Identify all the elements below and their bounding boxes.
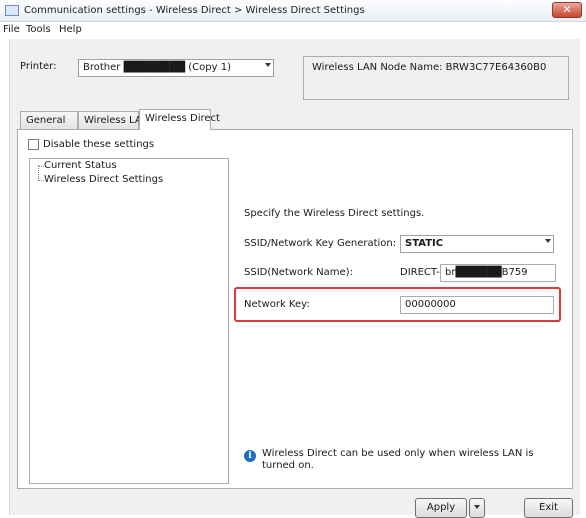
close-button[interactable]: ✕ bbox=[552, 2, 582, 18]
network-key-input[interactable]: 00000000 bbox=[400, 296, 554, 314]
ssid-input[interactable]: br██████B759 bbox=[440, 264, 556, 282]
ssid-generation-select[interactable]: STATIC bbox=[400, 235, 554, 253]
node-name-text: Wireless LAN Node Name: BRW3C77E64360B0 bbox=[312, 62, 547, 73]
menu-tools[interactable]: Tools bbox=[26, 24, 51, 35]
settings-tree: Current Status Wireless Direct Settings bbox=[29, 158, 229, 484]
info-icon: i bbox=[244, 450, 256, 462]
tab-panel: Disable these settings Current Status Wi… bbox=[17, 129, 573, 489]
menu-help[interactable]: Help bbox=[59, 24, 82, 35]
ssid-generation-label: SSID/Network Key Generation: bbox=[244, 238, 397, 249]
apply-dropdown-button[interactable] bbox=[469, 498, 485, 518]
chevron-down-icon bbox=[474, 505, 480, 509]
ssid-label: SSID(Network Name): bbox=[244, 267, 353, 278]
ssid-generation-value: STATIC bbox=[405, 238, 444, 249]
printer-select[interactable]: Brother ████████ (Copy 1) bbox=[78, 59, 274, 77]
chevron-down-icon bbox=[545, 239, 551, 243]
apply-button[interactable]: Apply bbox=[415, 498, 467, 518]
ssid-prefix: DIRECT- bbox=[400, 267, 440, 278]
title-bar: Communication settings - Wireless Direct… bbox=[0, 0, 586, 22]
disable-label: Disable these settings bbox=[43, 139, 155, 150]
printer-label: Printer: bbox=[20, 61, 57, 72]
menu-bar: File Tools Help bbox=[0, 22, 586, 39]
tab-general[interactable]: General bbox=[20, 111, 78, 129]
app-icon bbox=[5, 5, 19, 16]
chevron-down-icon bbox=[265, 63, 271, 67]
network-key-value: 00000000 bbox=[405, 299, 456, 310]
settings-heading: Specify the Wireless Direct settings. bbox=[244, 208, 425, 219]
dialog-client: Printer: Brother ████████ (Copy 1) Wirel… bbox=[9, 39, 580, 518]
window-title: Communication settings - Wireless Direct… bbox=[24, 5, 365, 16]
tree-item-current-status[interactable]: Current Status bbox=[44, 160, 117, 171]
tree-item-wireless-direct-settings[interactable]: Wireless Direct Settings bbox=[44, 174, 163, 185]
exit-button[interactable]: Exit bbox=[524, 498, 573, 518]
disable-checkbox[interactable] bbox=[28, 139, 39, 150]
tree-connector bbox=[38, 165, 39, 181]
node-name-box: Wireless LAN Node Name: BRW3C77E64360B0 bbox=[303, 56, 569, 100]
tab-wireless-lan[interactable]: Wireless LAN bbox=[78, 111, 149, 129]
network-key-label: Network Key: bbox=[244, 299, 310, 310]
tab-wireless-direct[interactable]: Wireless Direct bbox=[139, 109, 220, 130]
menu-file[interactable]: File bbox=[3, 24, 20, 35]
printer-select-value: Brother ████████ (Copy 1) bbox=[83, 62, 231, 73]
ssid-value: br██████B759 bbox=[445, 267, 528, 278]
info-note: Wireless Direct can be used only when wi… bbox=[262, 448, 534, 471]
